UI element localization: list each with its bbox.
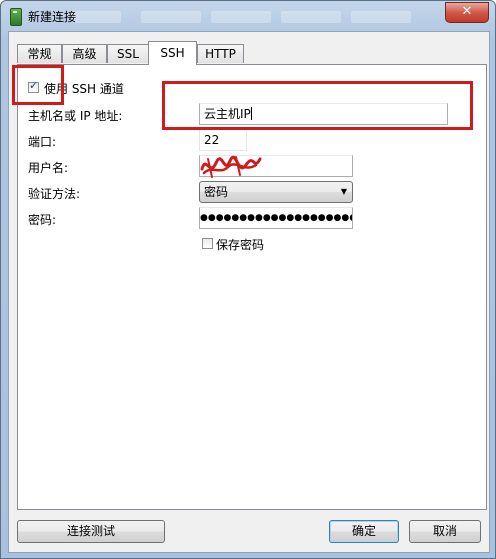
password-input[interactable]: ●●●●●●●●●●●●●●●●●●●●●●●● xyxy=(199,207,353,229)
auth-method-value: 密码 xyxy=(204,185,229,199)
cancel-button[interactable]: 取消 xyxy=(409,520,481,543)
title-bar-reflection xyxy=(141,11,201,23)
title-bar[interactable]: 新建连接 ✕ xyxy=(1,1,495,31)
tab-ssl[interactable]: SSL xyxy=(107,44,149,63)
port-input[interactable]: 22 xyxy=(199,129,247,151)
save-password-checkbox[interactable] xyxy=(202,238,213,249)
auth-method-select[interactable]: 密码 ▼ xyxy=(199,181,353,203)
title-bar-reflection xyxy=(211,11,271,23)
window-title: 新建连接 xyxy=(28,10,77,24)
tab-http[interactable]: HTTP xyxy=(197,44,244,63)
host-input[interactable]: 云主机IP xyxy=(199,103,448,125)
title-bar-reflection xyxy=(351,11,411,23)
password-label: 密码: xyxy=(28,213,57,227)
test-connection-button[interactable]: 连接测试 xyxy=(17,520,165,543)
text-caret xyxy=(250,107,252,120)
dropdown-arrow-icon: ▼ xyxy=(340,187,347,196)
use-ssh-label[interactable]: 使用 SSH 通道 xyxy=(44,80,124,97)
app-icon xyxy=(10,8,22,26)
tab-advanced[interactable]: 高级 xyxy=(62,44,107,63)
title-bar-reflection xyxy=(281,11,341,23)
host-input-value: 云主机IP xyxy=(204,107,251,121)
dialog-client-area: 常规 高级 SSL SSH HTTP 使用 SSH 通道 主机名或 IP 地址:… xyxy=(8,31,490,553)
auth-method-label: 验证方法: xyxy=(28,187,81,201)
dialog-window: 新建连接 ✕ 常规 高级 SSL SSH HTTP 使用 SSH 通道 主机名或… xyxy=(0,0,496,559)
ssh-tab-panel: 使用 SSH 通道 主机名或 IP 地址: 云主机IP 端口: 22 用户名: … xyxy=(17,64,487,510)
username-label: 用户名: xyxy=(28,161,69,175)
ok-button[interactable]: 确定 xyxy=(329,520,399,543)
save-password-label[interactable]: 保存密码 xyxy=(216,236,264,253)
host-label: 主机名或 IP 地址: xyxy=(28,109,123,123)
username-input[interactable] xyxy=(199,155,353,177)
tab-general[interactable]: 常规 xyxy=(17,44,62,63)
tab-ssh[interactable]: SSH xyxy=(148,41,197,65)
title-bar-reflection xyxy=(71,11,121,23)
port-label: 端口: xyxy=(28,135,57,149)
close-button[interactable]: ✕ xyxy=(445,2,489,23)
use-ssh-checkbox[interactable] xyxy=(28,79,39,93)
